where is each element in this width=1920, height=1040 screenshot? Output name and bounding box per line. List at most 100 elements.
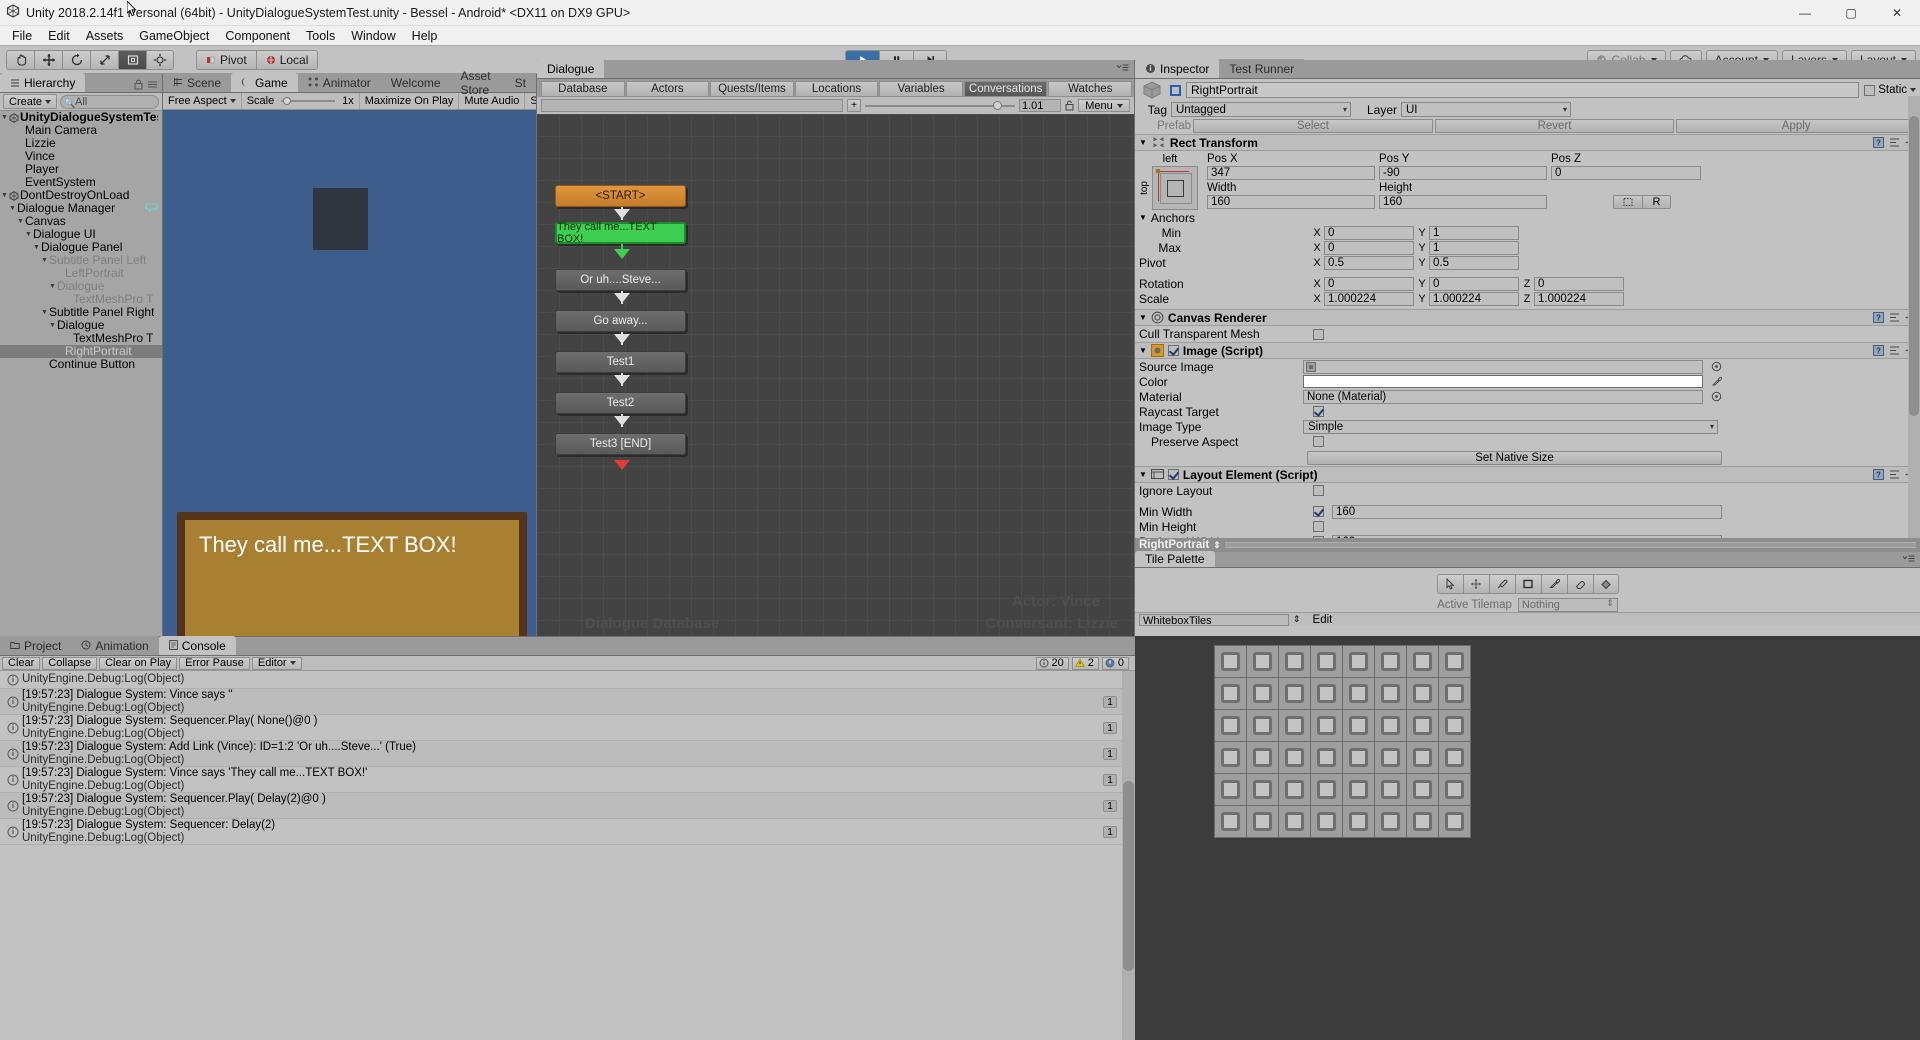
conversation-search-input[interactable] [541,99,843,112]
tile-cell[interactable] [1374,677,1407,710]
object-picker-icon[interactable] [1711,361,1722,372]
tile-cell[interactable] [1406,805,1439,838]
tab-test-runner[interactable]: Test Runner [1219,59,1305,78]
material-field[interactable]: None (Material) [1303,389,1703,404]
tile-cell[interactable] [1310,677,1343,710]
hierarchy-item-dialogue[interactable]: ▼ Dialogue [0,319,162,332]
select-tool-icon[interactable] [1436,574,1463,594]
image-enabled-checkbox[interactable] [1167,345,1179,356]
tile-cell[interactable] [1342,805,1375,838]
tile-cell[interactable] [1310,645,1343,678]
collapse-button[interactable]: Collapse [42,656,98,670]
tab-animation[interactable]: Animation [71,636,159,655]
rotate-tool-icon[interactable] [62,49,90,70]
dialogue-tab-locations[interactable]: Locations [794,80,879,97]
help-icon[interactable]: ? [1873,137,1884,148]
hierarchy-item-textmeshpro-t[interactable]: TextMeshPro T [0,332,162,345]
tile-cell[interactable] [1214,773,1247,806]
pivot-x[interactable]: 0.5 [1324,255,1414,270]
menu-window[interactable]: Window [343,26,403,46]
maximize-on-play-toggle[interactable]: Maximize On Play [360,93,460,109]
tile-cell[interactable] [1214,645,1247,678]
hierarchy-item-dontdestroyonload[interactable]: ▼ DontDestroyOnLoad [0,189,162,202]
hierarchy-item-subtitle-panel-right[interactable]: ▼ Subtitle Panel Right [0,306,162,319]
foldout-arrow-icon[interactable]: ▼ [48,280,57,293]
tile-cell[interactable] [1406,645,1439,678]
node-1[interactable]: Or uh....Steve... [555,269,686,291]
node-current[interactable]: They call me...TEXT BOX! [555,221,686,245]
close-button[interactable]: ✕ [1874,0,1920,26]
hierarchy-item-player[interactable]: Player [0,163,162,176]
dialogue-tab-variables[interactable]: Variables [879,80,963,97]
lock-icon[interactable] [1065,100,1074,111]
hierarchy-item-main-camera[interactable]: Main Camera [0,124,162,137]
console-log-entry[interactable]: [19:57:23] Dialogue System: Vince says '… [0,689,1135,715]
tab-dialogue[interactable]: Dialogue [537,59,605,78]
tile-cell[interactable] [1406,709,1439,742]
tile-cell[interactable] [1438,677,1471,710]
layer-dropdown[interactable]: UI [1401,102,1571,117]
tab-hierarchy[interactable]: Hierarchy [0,73,86,92]
posy-field[interactable]: -90 [1379,166,1547,180]
help-icon[interactable]: ? [1873,469,1884,480]
foldout-arrow-icon[interactable]: ▼ [1139,313,1147,322]
picker-tool-icon[interactable] [1540,574,1567,594]
foldout-arrow-icon[interactable]: ▼ [40,254,49,267]
tile-cell[interactable] [1374,805,1407,838]
dialogue-tab-conversations[interactable]: Conversations [963,80,1048,97]
rot-z[interactable]: 0 [1534,276,1624,291]
tile-cell[interactable] [1406,677,1439,710]
preserve-aspect-checkbox[interactable] [1313,436,1324,447]
active-tilemap-dropdown[interactable]: Nothing [1517,598,1618,612]
scale-x[interactable]: 1.000224 [1324,291,1414,306]
space-toggle-button[interactable]: Local [255,49,319,70]
eraser-tool-icon[interactable] [1566,574,1593,594]
zoom-slider[interactable] [865,99,1015,112]
tile-cell[interactable] [1246,805,1279,838]
fill-tool-icon[interactable] [1592,574,1619,594]
scale-z[interactable]: 1.000224 [1534,291,1624,306]
scale-thumb[interactable] [283,97,292,105]
help-icon[interactable]: ? [1873,345,1884,356]
anchor-min-y[interactable]: 1 [1429,225,1519,240]
anchors-foldout[interactable]: ▼ Anchors [1135,210,1920,225]
menu-file[interactable]: File [4,26,40,46]
tile-cell[interactable] [1246,677,1279,710]
tab-project[interactable]: Project [0,636,72,655]
tile-grid-cells[interactable] [1214,645,1471,838]
console-log-entry[interactable]: UnityEngine.Debug:Log(Object) [0,671,1135,689]
tile-cell[interactable] [1342,741,1375,774]
node-2[interactable]: Go away... [555,310,686,332]
static-toggle[interactable]: Static [1864,84,1916,96]
box-fill-tool-icon[interactable] [1514,574,1541,594]
tab-console[interactable]: Console [158,636,236,655]
preset-icon[interactable] [1889,137,1900,148]
hierarchy-item-eventsystem[interactable]: EventSystem [0,176,162,189]
foldout-arrow-icon[interactable]: ▼ [1139,138,1147,147]
tile-cell[interactable] [1246,645,1279,678]
dialogue-menu-button[interactable]: Menu [1078,99,1130,112]
tag-dropdown[interactable]: Untagged [1171,102,1351,117]
tile-cell[interactable] [1246,709,1279,742]
scale-track[interactable] [281,96,336,106]
console-log-entry[interactable]: [19:57:23] Dialogue System: Vince says '… [0,767,1135,793]
foldout-arrow-icon[interactable]: ▼ [0,111,9,124]
help-icon[interactable]: ? [1873,312,1884,323]
menu-edit[interactable]: Edit [40,26,78,46]
layout-element-enabled-checkbox[interactable] [1167,469,1179,480]
tile-cell[interactable] [1438,805,1471,838]
preset-icon[interactable] [1889,469,1900,480]
set-native-size-button[interactable]: Set Native Size [1307,450,1722,465]
console-log-entry[interactable]: [19:57:23] Dialogue System: Sequencer: D… [0,819,1135,845]
error-pause-button[interactable]: Error Pause [179,656,250,670]
hierarchy-item-dialogue-manager[interactable]: ▼ Dialogue Manager [0,202,162,215]
tile-cell[interactable] [1374,709,1407,742]
game-view-render[interactable]: They call me...TEXT BOX! [163,110,536,637]
raycast-checkbox[interactable] [1313,406,1324,417]
console-scroll-thumb[interactable] [1123,781,1134,971]
foldout-arrow-icon[interactable]: ▼ [16,215,25,228]
tile-cell[interactable] [1310,805,1343,838]
tile-cell[interactable] [1342,773,1375,806]
node-3[interactable]: Test1 [555,351,686,373]
foldout-arrow-icon[interactable]: ▼ [48,319,57,332]
